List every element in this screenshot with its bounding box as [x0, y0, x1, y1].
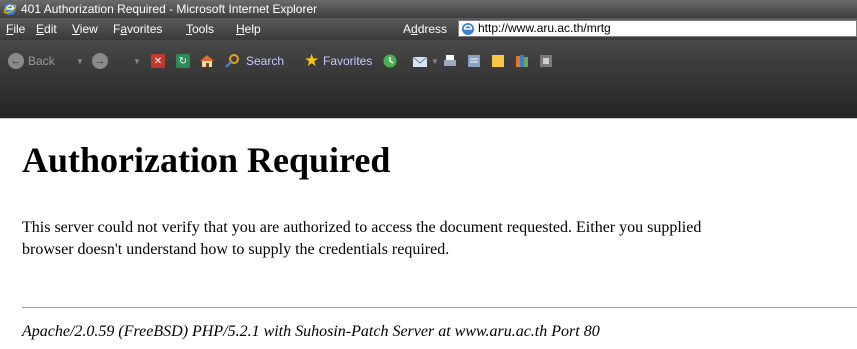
- address-url: http://www.aru.ac.th/mrtg: [478, 21, 611, 35]
- page-heading: Authorization Required: [22, 140, 391, 180]
- stop-button[interactable]: ✕: [151, 40, 165, 82]
- messenger-button[interactable]: [538, 40, 554, 82]
- search-button[interactable]: [224, 40, 240, 82]
- menu-favorites[interactable]: Favorites: [113, 22, 162, 36]
- favorites-star-icon: ★: [304, 51, 320, 70]
- print-icon: [444, 55, 456, 66]
- address-bar[interactable]: http://www.aru.ac.th/mrtg: [458, 20, 857, 37]
- forward-dropdown-icon[interactable]: ▼: [133, 40, 141, 82]
- menu-edit[interactable]: Edit: [36, 22, 57, 36]
- back-button[interactable]: ← Back: [8, 40, 55, 82]
- menu-file[interactable]: File: [6, 22, 25, 36]
- refresh-button[interactable]: ↻: [176, 40, 190, 82]
- error-message-line-2: browser doesn't understand how to supply…: [22, 241, 450, 258]
- toolbar-extra-icon: [540, 55, 552, 67]
- research-icon: [516, 55, 528, 67]
- horizontal-rule: [22, 307, 857, 308]
- search-label: Search: [246, 54, 285, 68]
- menu-tools[interactable]: Tools: [186, 22, 214, 36]
- discuss-button[interactable]: [490, 40, 506, 82]
- address-label: Address: [403, 22, 448, 36]
- favorites-label: Favorites: [323, 54, 373, 68]
- menu-bar: File Edit View Favorites Tools Help Addr…: [0, 18, 857, 40]
- search-icon: [225, 54, 239, 68]
- error-message: This server could not verify that you ar…: [22, 217, 857, 261]
- research-button[interactable]: [514, 40, 530, 82]
- forward-button[interactable]: →: [92, 40, 108, 82]
- note-icon: [492, 55, 504, 67]
- history-button[interactable]: [382, 40, 398, 82]
- stop-icon: ✕: [151, 54, 165, 68]
- title-bar: 401 Authorization Required - Microsoft I…: [0, 0, 857, 18]
- ie-logo-icon: [3, 3, 17, 15]
- back-arrow-icon: ←: [8, 53, 24, 69]
- mail-dropdown-icon[interactable]: ▼: [431, 40, 439, 82]
- mail-button[interactable]: [412, 40, 430, 82]
- history-icon: [383, 54, 397, 68]
- forward-arrow-icon: →: [92, 53, 108, 69]
- window-title: 401 Authorization Required - Microsoft I…: [21, 2, 318, 16]
- home-icon: [200, 55, 214, 67]
- error-message-line-1: This server could not verify that you ar…: [22, 219, 702, 236]
- edit-page-icon: [468, 55, 480, 67]
- home-button[interactable]: [199, 40, 215, 82]
- favorites-button[interactable]: ★: [304, 40, 319, 82]
- back-dropdown-icon[interactable]: ▼: [76, 40, 84, 82]
- edit-button[interactable]: [466, 40, 482, 82]
- refresh-icon: ↻: [176, 54, 190, 68]
- mail-icon: [412, 56, 428, 67]
- print-button[interactable]: [442, 40, 458, 82]
- server-signature: Apache/2.0.59 (FreeBSD) PHP/5.2.1 with S…: [22, 323, 600, 340]
- page-content: Authorization Required This server could…: [0, 118, 857, 349]
- standard-toolbar: ← Back ▼ → ▼ ✕ ↻ Search ★ Favorites ▼: [0, 40, 857, 118]
- menu-help[interactable]: Help: [236, 22, 261, 36]
- menu-view[interactable]: View: [72, 22, 98, 36]
- ie-page-icon: [462, 23, 474, 35]
